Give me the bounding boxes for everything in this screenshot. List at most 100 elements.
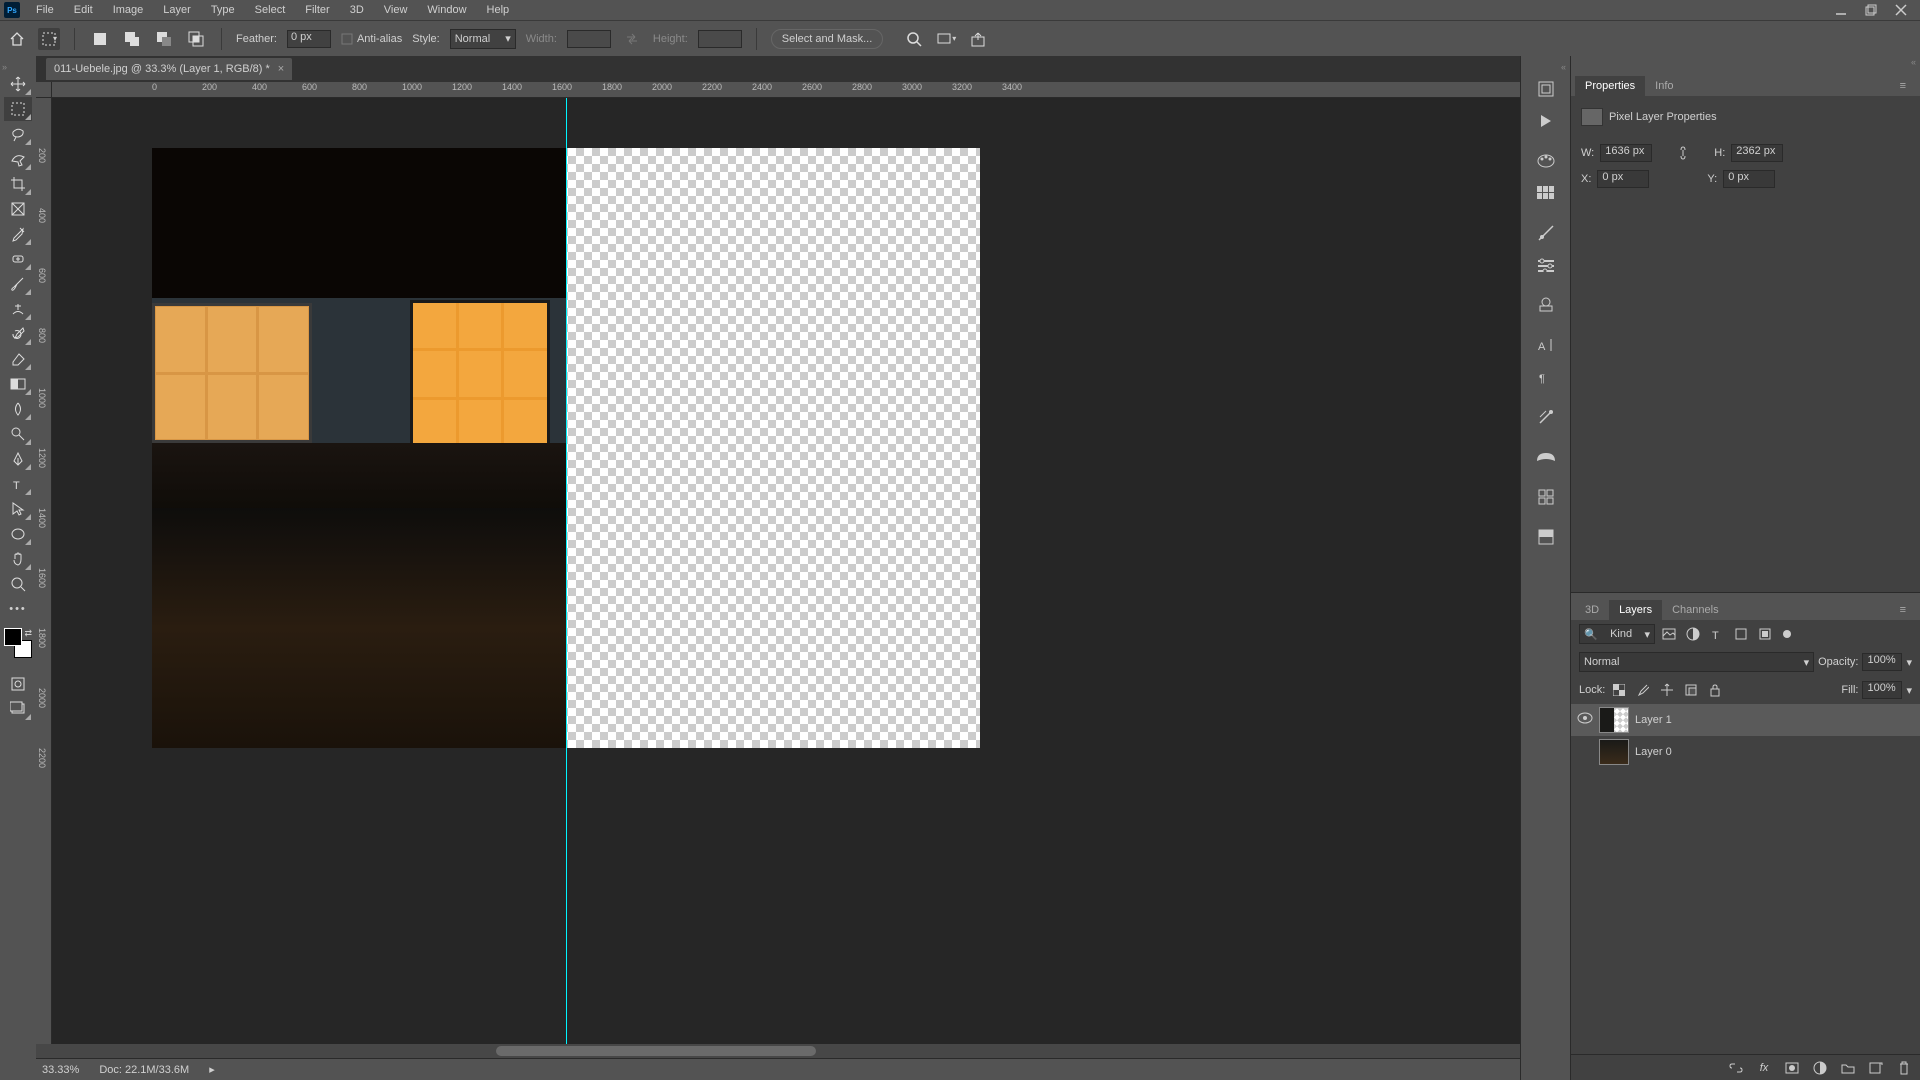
new-layer-icon[interactable] [1866, 1058, 1886, 1078]
lock-paint-icon[interactable] [1633, 680, 1653, 700]
history-panel-icon[interactable] [1528, 74, 1564, 104]
color-panel-icon[interactable] [1528, 146, 1564, 176]
screen-mode-toggle[interactable] [4, 697, 32, 721]
layer-fx-icon[interactable]: fx [1754, 1058, 1774, 1078]
shape-tool[interactable] [4, 522, 32, 546]
height-input[interactable]: 2362 px [1731, 144, 1783, 162]
patterns-panel-icon[interactable] [1528, 482, 1564, 512]
select-and-mask-button[interactable]: Select and Mask... [771, 29, 884, 49]
horizontal-scrollbar[interactable] [36, 1044, 1520, 1058]
window-minimize-button[interactable] [1826, 0, 1856, 20]
filter-shape-icon[interactable] [1731, 624, 1751, 644]
panel-menu-icon[interactable]: ≡ [1890, 76, 1916, 96]
close-tab-icon[interactable]: × [278, 63, 284, 75]
foreground-color[interactable] [4, 628, 22, 646]
menu-layer[interactable]: Layer [153, 0, 201, 20]
layer-thumbnail[interactable] [1599, 739, 1629, 765]
lock-artboard-icon[interactable] [1681, 680, 1701, 700]
selection-subtract-icon[interactable] [153, 28, 175, 50]
zoom-value[interactable]: 33.33% [42, 1064, 79, 1076]
filter-smart-icon[interactable] [1755, 624, 1775, 644]
search-icon[interactable] [903, 28, 925, 50]
vertical-guide[interactable] [566, 98, 567, 1044]
edit-toolbar[interactable]: ••• [4, 597, 32, 621]
layer-filter-kind[interactable]: 🔍Kind▾ [1579, 624, 1655, 644]
brush-tool[interactable] [4, 272, 32, 296]
hand-tool[interactable] [4, 547, 32, 571]
visibility-toggle[interactable] [1577, 712, 1593, 728]
move-tool[interactable] [4, 72, 32, 96]
lock-all-icon[interactable] [1705, 680, 1725, 700]
paragraph-panel-icon[interactable]: ¶ [1528, 362, 1564, 392]
layer-row[interactable]: Layer 0 [1571, 736, 1920, 768]
width-input[interactable]: 1636 px [1600, 144, 1652, 162]
lasso-tool[interactable] [4, 122, 32, 146]
layer-name[interactable]: Layer 0 [1635, 746, 1672, 758]
menu-image[interactable]: Image [103, 0, 154, 20]
share-icon[interactable] [967, 28, 989, 50]
status-arrow-icon[interactable]: ▸ [209, 1063, 215, 1076]
crop-tool[interactable] [4, 172, 32, 196]
gradient-tool[interactable] [4, 372, 32, 396]
filter-toggle[interactable] [1783, 630, 1791, 638]
eraser-tool[interactable] [4, 347, 32, 371]
home-button[interactable] [6, 28, 28, 50]
character-panel-icon[interactable]: A [1528, 330, 1564, 360]
swatches-panel-icon[interactable] [1528, 178, 1564, 208]
swap-colors-icon[interactable]: ⇄ [24, 628, 32, 639]
dodge-tool[interactable] [4, 422, 32, 446]
styles-panel-icon[interactable] [1528, 250, 1564, 280]
eyedropper-tool[interactable] [4, 222, 32, 246]
tab-3d[interactable]: 3D [1575, 600, 1609, 620]
lock-pos-icon[interactable] [1657, 680, 1677, 700]
filter-type-icon[interactable]: T [1707, 624, 1727, 644]
menu-filter[interactable]: Filter [295, 0, 339, 20]
layer-name[interactable]: Layer 1 [1635, 714, 1672, 726]
group-icon[interactable] [1838, 1058, 1858, 1078]
menu-select[interactable]: Select [245, 0, 296, 20]
menu-3d[interactable]: 3D [340, 0, 374, 20]
layer-thumbnail[interactable] [1599, 707, 1629, 733]
color-swatches[interactable]: ⇄ [4, 628, 32, 658]
quick-select-tool[interactable] [4, 147, 32, 171]
marquee-tool[interactable] [4, 97, 32, 121]
healing-tool[interactable] [4, 247, 32, 271]
menu-edit[interactable]: Edit [64, 0, 103, 20]
horizontal-ruler[interactable]: 0 200 400 600 800 1000 1200 1400 1600 18… [52, 82, 1520, 98]
filter-pixel-icon[interactable] [1659, 624, 1679, 644]
tab-layers[interactable]: Layers [1609, 600, 1662, 620]
tab-properties[interactable]: Properties [1575, 76, 1645, 96]
brush-settings-panel-icon[interactable] [1528, 402, 1564, 432]
selection-intersect-icon[interactable] [185, 28, 207, 50]
layers-panel-menu-icon[interactable]: ≡ [1890, 600, 1916, 620]
window-maximize-button[interactable] [1856, 0, 1886, 20]
menu-window[interactable]: Window [417, 0, 476, 20]
canvas-viewport[interactable] [52, 98, 1520, 1044]
doc-size[interactable]: Doc: 22.1M/33.6M [99, 1064, 189, 1076]
path-select-tool[interactable] [4, 497, 32, 521]
zoom-tool[interactable] [4, 572, 32, 596]
type-tool[interactable]: T [4, 472, 32, 496]
opacity-input[interactable]: 100% [1862, 653, 1902, 671]
fill-input[interactable]: 100% [1862, 681, 1902, 699]
window-close-button[interactable] [1886, 0, 1916, 20]
frame-tool[interactable] [4, 197, 32, 221]
adjustments-panel-icon[interactable] [1528, 218, 1564, 248]
delete-layer-icon[interactable] [1894, 1058, 1914, 1078]
blend-mode-select[interactable]: Normal▾ [1579, 652, 1814, 672]
lock-trans-icon[interactable] [1609, 680, 1629, 700]
menu-type[interactable]: Type [201, 0, 245, 20]
link-layers-icon[interactable] [1726, 1058, 1746, 1078]
menu-help[interactable]: Help [477, 0, 520, 20]
document-tab[interactable]: 011-Uebele.jpg @ 33.3% (Layer 1, RGB/8) … [46, 58, 292, 80]
layer-mask-icon[interactable] [1782, 1058, 1802, 1078]
ruler-origin[interactable] [36, 82, 52, 98]
gradients-panel-icon[interactable] [1528, 522, 1564, 552]
clone-stamp-tool[interactable] [4, 297, 32, 321]
vertical-ruler[interactable]: 200 400 600 800 1000 1200 1400 1600 1800… [36, 98, 52, 1044]
style-select[interactable]: Normal▾ [450, 29, 516, 49]
blur-tool[interactable] [4, 397, 32, 421]
adjustment-layer-icon[interactable] [1810, 1058, 1830, 1078]
feather-input[interactable]: 0 px [287, 30, 331, 48]
visibility-toggle[interactable] [1577, 744, 1593, 760]
